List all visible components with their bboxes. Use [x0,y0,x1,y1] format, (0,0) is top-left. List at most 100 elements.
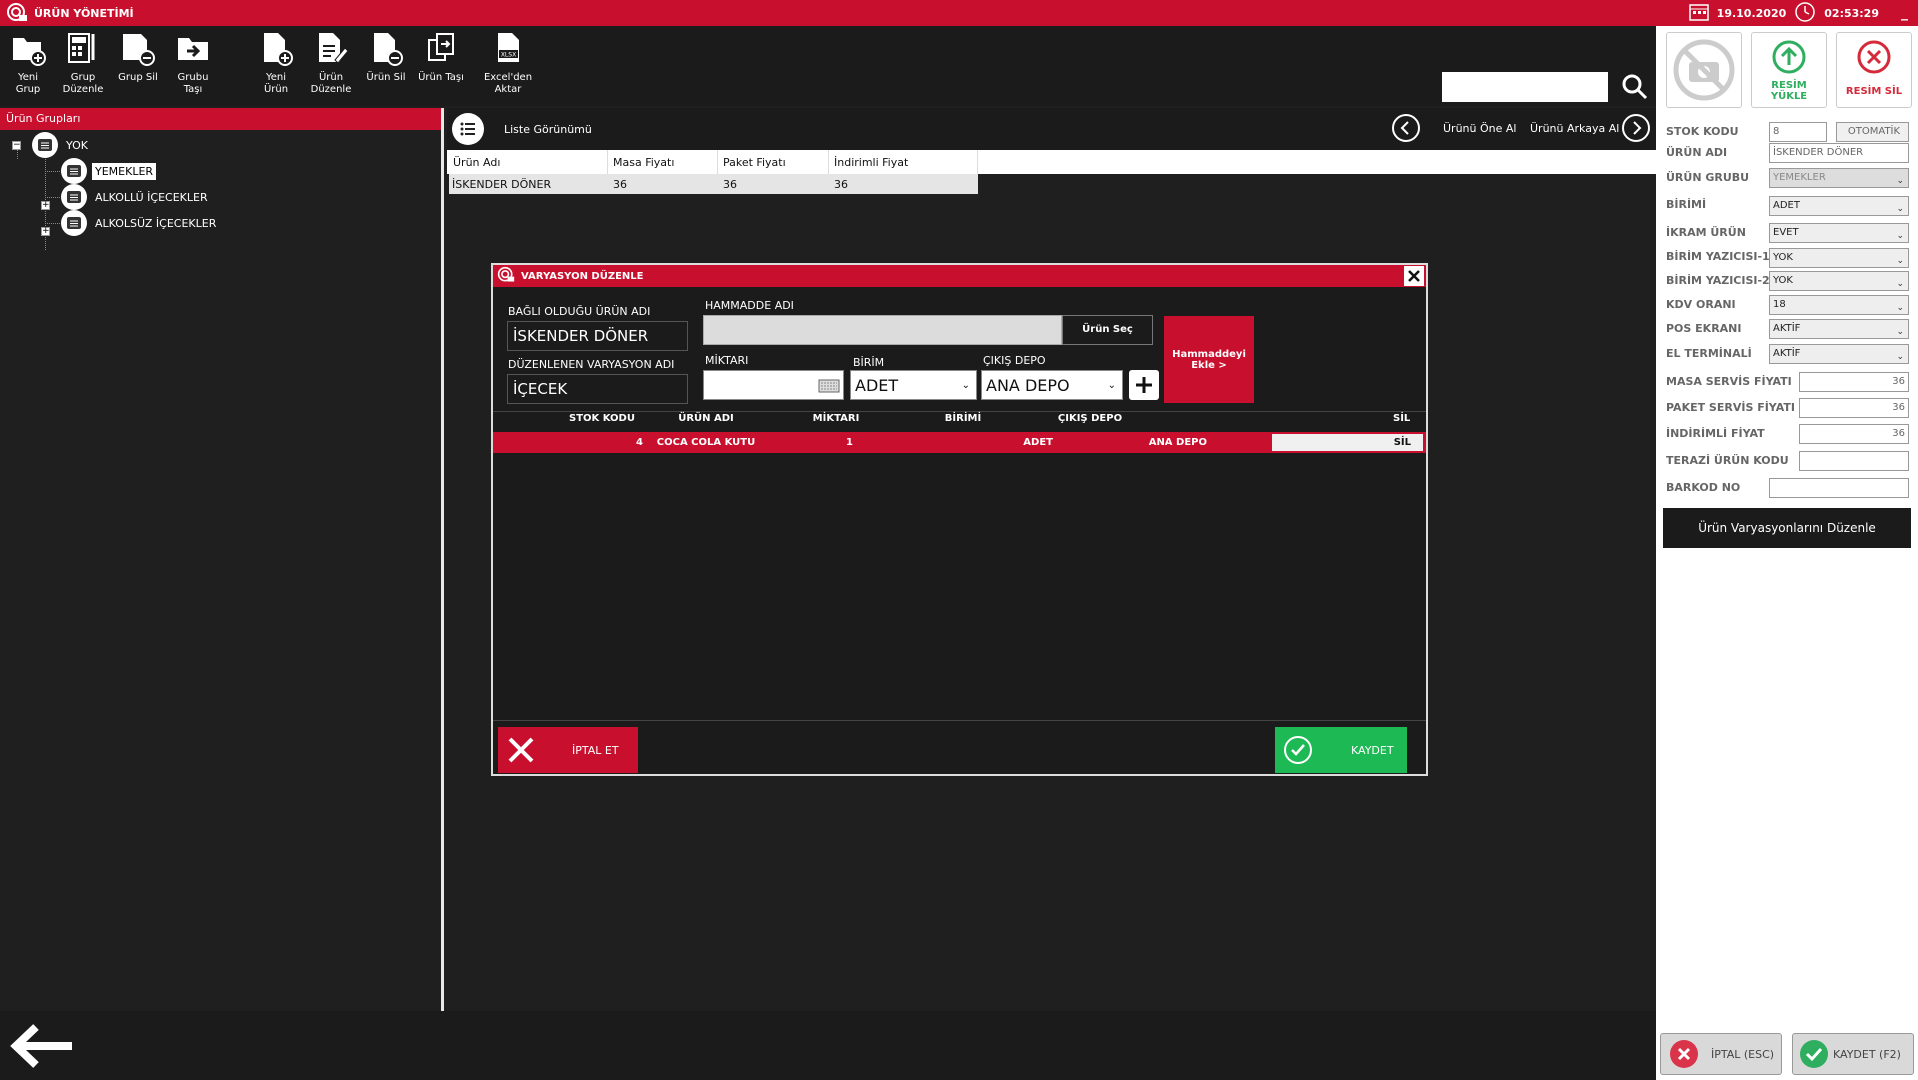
delete-row-button[interactable]: SİL [1272,434,1423,451]
tree-node-yemekler[interactable]: YEMEKLER [61,158,157,184]
product-name-label: ÜRÜN ADI [1666,146,1728,159]
stock-code-field[interactable]: 8 [1769,122,1827,142]
parent-product-field[interactable]: İSKENDER DÖNER [507,321,688,351]
edit-product-button[interactable]: Ürün Düzenle [305,30,357,96]
printer2-select[interactable]: YOK ⌄ [1769,271,1909,291]
product-name-field[interactable]: İSKENDER DÖNER [1769,143,1909,163]
select-product-button[interactable]: Ürün Seç [1062,315,1153,345]
list-view-button[interactable] [452,113,484,145]
close-circle-icon [1857,40,1891,74]
chevron-down-icon: ⌄ [1896,279,1904,289]
search-input[interactable] [1442,72,1608,102]
auto-stock-code-button[interactable]: OTOMATİK [1836,122,1909,142]
minimize-button[interactable]: _ [1901,5,1908,21]
tree-node-alkolsuz-icecekler[interactable]: ALKOLSÜZ İÇECEKLER [61,210,219,236]
table-cell: ADET [1023,437,1053,448]
close-icon [508,737,534,763]
vat-select[interactable]: 18 ⌄ [1769,295,1909,315]
new-group-button[interactable]: Yeni Grup [2,30,54,96]
variation-name-field[interactable]: İÇECEK [507,374,688,404]
calculator-edit-icon [68,33,95,63]
dialog-cancel-label: İPTAL ET [572,743,619,757]
pos-screen-value: AKTİF [1773,323,1801,334]
table-price-label: MASA SERVİS FİYATI [1666,375,1792,388]
excel-import-button[interactable]: XLSX Excel'den Aktar [480,30,536,96]
pos-screen-select[interactable]: AKTİF ⌄ [1769,319,1909,339]
tree-expand-toggle[interactable]: + [41,201,50,210]
list-icon [61,158,87,184]
chevron-left-circle-icon [1392,114,1420,142]
move-forward-arrow-button[interactable] [1391,113,1421,146]
vat-value: 18 [1773,299,1786,310]
chevron-right-circle-icon [1622,114,1650,142]
upload-image-button[interactable]: RESİM YÜKLE [1751,32,1827,108]
package-price-field[interactable]: 36 [1799,398,1909,418]
tree-collapse-toggle[interactable]: − [12,141,21,150]
dialog-save-button[interactable]: KAYDET [1275,727,1407,773]
new-product-button[interactable]: Yeni Ürün [250,30,302,96]
list-icon [460,122,475,136]
delete-product-button[interactable]: Ürün Sil [360,30,412,84]
treat-select[interactable]: EVET ⌄ [1769,223,1909,243]
save-button[interactable]: KAYDET (F2) [1792,1033,1914,1075]
groups-header: Ürün Grupları [0,108,441,130]
move-back-button[interactable]: Ürünü Arkaya Al [1530,122,1619,135]
scale-code-field[interactable] [1799,451,1909,471]
no-camera-icon [1673,39,1735,101]
xlsx-file-icon: XLSX [498,33,519,62]
folder-add-icon [13,38,46,66]
dialog-close-button[interactable] [1404,266,1424,286]
tree-node-label: YEMEKLER [92,162,157,180]
list-icon [61,210,87,236]
search-button[interactable] [1620,72,1650,102]
material-name-label: HAMMADDE ADI [705,299,794,312]
tree-expand-toggle[interactable]: + [41,227,50,236]
arrow-left-icon [10,1024,72,1068]
time-display: 02:53:29 [1824,6,1879,20]
table-price-field[interactable]: 36 [1799,372,1909,392]
column-header: MİKTARI [812,413,860,424]
handheld-select[interactable]: AKTİF ⌄ [1769,344,1909,364]
unit-select[interactable]: ADET ⌄ [850,370,977,400]
document-edit-icon [319,33,349,64]
back-button[interactable] [8,1021,74,1074]
barcode-label: BARKOD NO [1666,481,1741,494]
tree-node-alkollu-icecekler[interactable]: ALKOLLÜ İÇECEKLER [61,184,211,210]
document-add-icon [264,33,293,66]
delete-image-button[interactable]: RESİM SİL [1836,32,1912,108]
move-group-button[interactable]: Grubu Taşı [167,30,219,96]
table-row[interactable]: İSKENDER DÖNER 36 36 36 [449,174,978,194]
add-material-button[interactable]: Hammaddeyi Ekle > [1164,316,1254,403]
unit-select[interactable]: ADET ⌄ [1769,196,1909,216]
table-cell: 1 [846,437,853,448]
keyboard-icon[interactable] [818,377,840,396]
svg-text:XLSX: XLSX [501,52,516,59]
tree-node-yok[interactable]: YOK [32,132,91,158]
depot-select[interactable]: ANA DEPO ⌄ [981,370,1123,400]
check-circle-icon [1284,736,1312,764]
move-back-arrow-button[interactable] [1621,113,1651,146]
move-product-button[interactable]: Ürün Taşı [415,30,467,84]
printer1-label: BİRİM YAZICISI-1 [1666,250,1770,263]
folder-remove-icon [123,34,155,66]
close-circle-icon [1670,1040,1698,1068]
add-row-button[interactable] [1129,370,1159,400]
barcode-field[interactable] [1769,478,1909,498]
dialog-cancel-button[interactable]: İPTAL ET [498,727,638,773]
edit-variations-button[interactable]: Ürün Varyasyonlarını Düzenle [1663,508,1911,548]
column-header: ÜRÜN ADI [678,413,734,424]
move-forward-button[interactable]: Ürünü Öne Al [1443,122,1516,135]
edit-group-button[interactable]: Grup Düzenle [57,30,109,96]
product-group-select[interactable]: YEMEKLER ⌄ [1769,168,1909,188]
save-button-label: KAYDET (F2) [1833,1047,1901,1061]
printer1-select[interactable]: YOK ⌄ [1769,248,1909,268]
delete-group-button[interactable]: Grup Sil [112,30,164,84]
scale-code-label: TERAZİ ÜRÜN KODU [1666,454,1789,467]
table-cell: 36 [834,178,848,191]
discount-price-field[interactable]: 36 [1799,424,1909,444]
unit-label: BİRİM [853,356,885,369]
cancel-button[interactable]: İPTAL (ESC) [1660,1033,1782,1075]
table-cell: ANA DEPO [1148,437,1207,448]
treat-value: EVET [1773,227,1799,238]
material-name-field[interactable] [703,315,1062,345]
